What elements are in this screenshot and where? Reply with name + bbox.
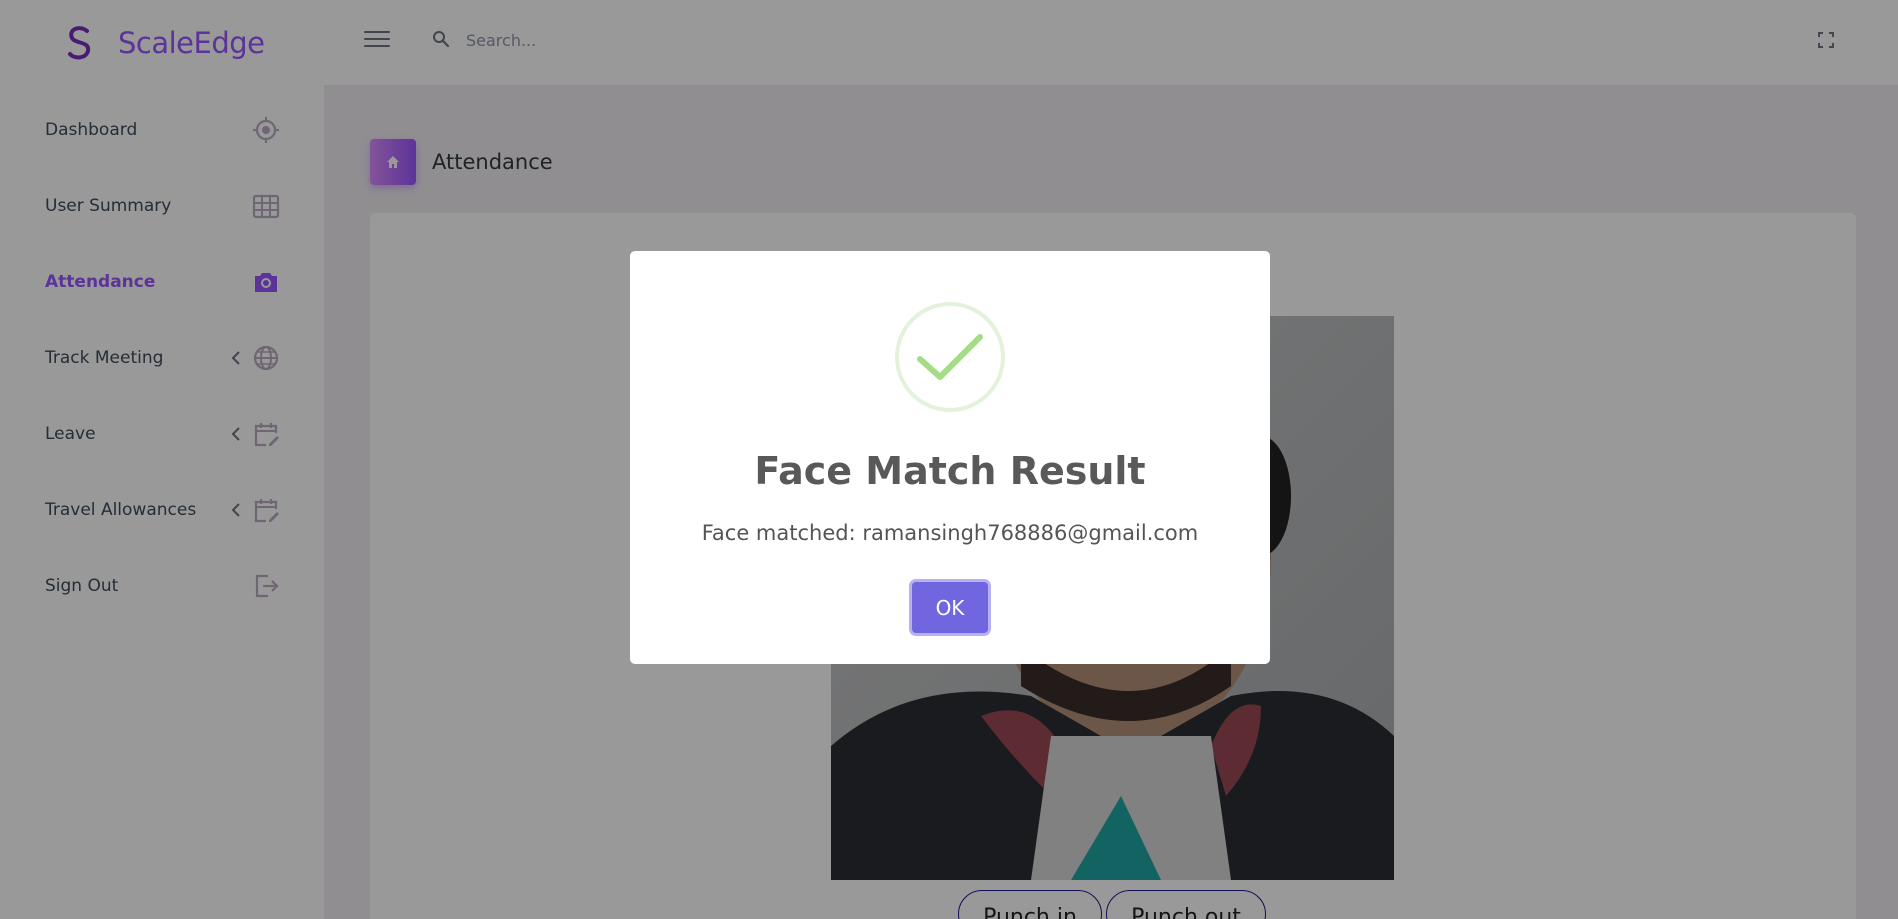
success-check-icon xyxy=(895,302,1005,412)
modal-title: Face Match Result xyxy=(754,449,1146,493)
ok-button[interactable]: OK xyxy=(912,582,988,633)
face-match-dialog: Face Match Result Face matched: ramansin… xyxy=(630,251,1270,664)
modal-message: Face matched: ramansingh768886@gmail.com xyxy=(701,521,1199,545)
